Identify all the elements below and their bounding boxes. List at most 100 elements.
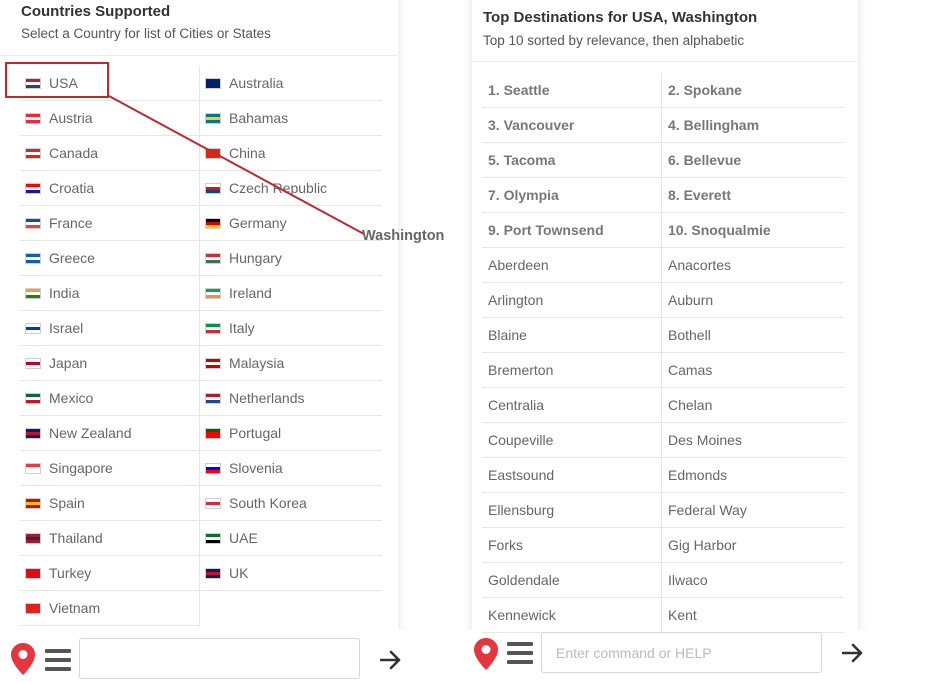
country-name: UAE [229, 530, 258, 546]
destination-item[interactable]: Blaine [482, 318, 662, 353]
destination-item[interactable]: Forks [482, 528, 662, 563]
country-name: Spain [49, 495, 85, 511]
country-item[interactable]: Czech Republic [200, 171, 382, 206]
flag-australia-icon [205, 77, 221, 89]
country-item[interactable]: UK [200, 556, 382, 591]
country-item[interactable]: New Zealand [20, 416, 200, 451]
country-item[interactable]: Malaysia [200, 346, 382, 381]
destination-item[interactable]: Gig Harbor [662, 528, 844, 563]
country-name: South Korea [229, 495, 307, 511]
country-item[interactable]: China [200, 136, 382, 171]
country-item[interactable]: Mexico [20, 381, 200, 416]
country-item[interactable]: Thailand [20, 521, 200, 556]
country-item[interactable]: South Korea [200, 486, 382, 521]
country-name: Czech Republic [229, 180, 328, 196]
countries-panel: Countries Supported Select a Country for… [0, 0, 398, 630]
top-destination-item[interactable]: 10. Snoqualmie [662, 213, 844, 248]
country-name: Netherlands [229, 390, 305, 406]
destination-item[interactable]: Goldendale [482, 563, 662, 598]
submit-arrow-icon[interactable] [380, 650, 402, 670]
left-command-input[interactable] [79, 638, 360, 679]
country-item[interactable]: Germany [200, 206, 382, 241]
destination-item[interactable]: Des Moines [662, 423, 844, 458]
country-item[interactable]: Japan [20, 346, 200, 381]
country-item[interactable]: France [20, 206, 200, 241]
top-destination-item[interactable]: 8. Everett [662, 178, 844, 213]
destinations-panel: Top Destinations for USA, Washington Top… [472, 0, 858, 633]
destination-item[interactable]: Eastsound [482, 458, 662, 493]
country-item[interactable]: Singapore [20, 451, 200, 486]
flag-hungary-icon [205, 252, 221, 264]
submit-arrow-icon[interactable] [842, 643, 864, 663]
destination-item[interactable]: Coupeville [482, 423, 662, 458]
country-name: Slovenia [229, 460, 283, 476]
location-pin-icon[interactable] [474, 638, 498, 670]
country-name: China [229, 145, 266, 161]
flag-bahamas-icon [205, 112, 221, 124]
country-item[interactable]: UAE [200, 521, 382, 556]
flag-uae-icon [205, 532, 221, 544]
country-name: Bahamas [229, 110, 289, 126]
country-item[interactable]: Turkey [20, 556, 200, 591]
country-item[interactable]: Bahamas [200, 101, 382, 136]
country-item[interactable]: Australia [200, 66, 382, 101]
destination-item[interactable]: Chelan [662, 388, 844, 423]
country-item[interactable]: Netherlands [200, 381, 382, 416]
country-name: UK [229, 565, 249, 581]
top-destination-item[interactable]: 9. Port Townsend [482, 213, 662, 248]
country-name: Hungary [229, 250, 282, 266]
location-pin-icon[interactable] [11, 643, 35, 675]
menu-icon[interactable] [45, 649, 71, 673]
country-name: Thailand [49, 530, 103, 546]
country-item[interactable]: India [20, 276, 200, 311]
flag-czech-republic-icon [205, 182, 221, 194]
country-item[interactable]: Hungary [200, 241, 382, 276]
flag-slovenia-icon [205, 462, 221, 474]
country-name: Greece [49, 250, 95, 266]
country-name: Israel [49, 320, 84, 336]
country-item[interactable]: Croatia [20, 171, 200, 206]
country-item[interactable]: Israel [20, 311, 200, 346]
top-destination-item[interactable]: 6. Bellevue [662, 143, 844, 178]
destination-item[interactable]: Ilwaco [662, 563, 844, 598]
command-input[interactable] [541, 632, 822, 673]
country-item[interactable]: Slovenia [200, 451, 382, 486]
top-destination-item[interactable]: 5. Tacoma [482, 143, 662, 178]
destination-item[interactable]: Federal Way [662, 493, 844, 528]
destination-item[interactable]: Bothell [662, 318, 844, 353]
top-destination-item[interactable]: 4. Bellingham [662, 108, 844, 143]
country-item[interactable]: Greece [20, 241, 200, 276]
flag-ireland-icon [205, 287, 221, 299]
top-destination-item[interactable]: 3. Vancouver [482, 108, 662, 143]
destination-item[interactable]: Centralia [482, 388, 662, 423]
flag-japan-icon [25, 357, 41, 369]
destination-item[interactable]: Edmonds [662, 458, 844, 493]
destination-item[interactable]: Camas [662, 353, 844, 388]
flag-china-icon [205, 147, 221, 159]
flag-mexico-icon [25, 392, 41, 404]
flag-croatia-icon [25, 182, 41, 194]
flag-india-icon [25, 287, 41, 299]
top-destination-item[interactable]: 1. Seattle [482, 73, 662, 108]
country-name: Germany [229, 215, 287, 231]
country-item[interactable]: Portugal [200, 416, 382, 451]
panel-divider [858, 0, 866, 630]
country-item[interactable]: Spain [20, 486, 200, 521]
country-grid-filler [20, 591, 200, 626]
destination-item[interactable]: Ellensburg [482, 493, 662, 528]
destination-item[interactable]: Aberdeen [482, 248, 662, 283]
destination-item[interactable]: Auburn [662, 283, 844, 318]
country-item[interactable]: Ireland [200, 276, 382, 311]
menu-icon[interactable] [507, 642, 533, 666]
country-name: Mexico [49, 390, 94, 406]
flag-portugal-icon [205, 427, 221, 439]
destination-item[interactable]: Bremerton [482, 353, 662, 388]
top-destination-item[interactable]: 2. Spokane [662, 73, 844, 108]
country-item[interactable]: Italy [200, 311, 382, 346]
country-item[interactable]: Austria [20, 101, 200, 136]
destination-item[interactable]: Arlington [482, 283, 662, 318]
destination-item[interactable]: Anacortes [662, 248, 844, 283]
top-destination-item[interactable]: 7. Olympia [482, 178, 662, 213]
flag-turkey-icon [25, 567, 41, 579]
country-item[interactable]: Canada [20, 136, 200, 171]
